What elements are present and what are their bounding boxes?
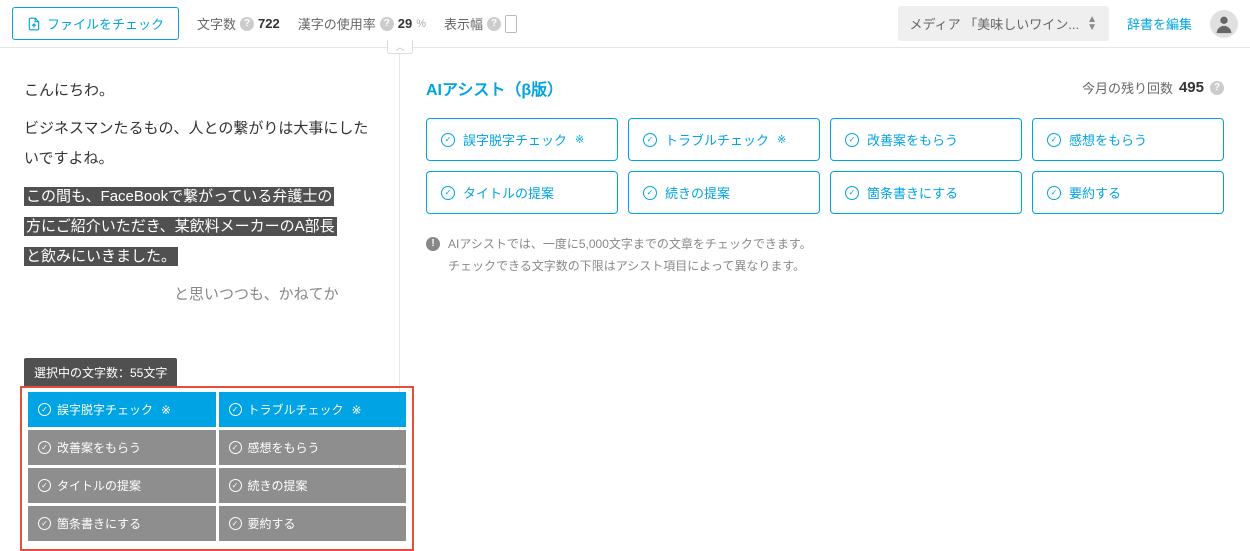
char-count-label: 文字数 [197, 14, 236, 33]
check-circle-icon: ✓ [1047, 186, 1061, 200]
context-menu-label: タイトルの提案 [57, 477, 141, 494]
selection-context-menu: ✓ 誤字脱字チェック ※ ✓ トラブルチェック ※ ✓ 改善案をもらう ✓ 感想をもらう ✓ タイトル… [20, 386, 414, 551]
help-icon[interactable]: ? [487, 17, 501, 31]
assist-button[interactable]: ✓ 要約する [1032, 171, 1224, 214]
check-circle-icon: ✓ [229, 479, 242, 492]
display-width-label: 表示幅 [444, 14, 483, 33]
asterisk: ※ [777, 133, 786, 146]
media-select-label: メディア 「美味しいワイン... [910, 14, 1080, 33]
kanji-rate-stat: 漢字の使用率 ? 29% [298, 14, 426, 33]
media-select[interactable]: メディア 「美味しいワイン... ▲▼ [898, 6, 1109, 41]
context-menu-item[interactable]: ✓ 続きの提案 [219, 468, 407, 503]
context-menu-item[interactable]: ✓ 箇条書きにする [28, 506, 216, 541]
check-circle-icon: ✓ [38, 403, 51, 416]
upload-icon [27, 17, 41, 31]
check-circle-icon: ✓ [38, 479, 51, 492]
context-menu-label: 誤字脱字チェック [57, 401, 153, 418]
check-circle-icon: ✓ [643, 186, 657, 200]
context-menu-item[interactable]: ✓ 誤字脱字チェック ※ [28, 392, 216, 427]
check-circle-icon: ✓ [38, 517, 51, 530]
context-menu-label: 感想をもらう [248, 439, 320, 456]
assist-button-label: 要約する [1069, 183, 1121, 202]
asterisk: ※ [352, 403, 362, 417]
assist-button-label: タイトルの提案 [463, 183, 554, 202]
kanji-rate-value: 29 [398, 16, 412, 31]
top-toolbar: ファイルをチェック 文字数 ? 722 漢字の使用率 ? 29% 表示幅 ? メ… [0, 0, 1250, 48]
assist-button-label: 箇条書きにする [867, 183, 958, 202]
document-text[interactable]: こんにちわ。 ビジネスマンたるもの、人との繋がりは大事にしたいですよね。 この間… [24, 76, 375, 310]
assist-button[interactable]: ✓ 箇条書きにする [830, 171, 1022, 214]
check-circle-icon: ✓ [229, 517, 242, 530]
context-menu-label: トラブルチェック [248, 401, 344, 418]
check-circle-icon: ✓ [643, 133, 657, 147]
assist-button[interactable]: ✓ トラブルチェック ※ [628, 118, 820, 161]
help-icon[interactable]: ? [240, 17, 254, 31]
paragraph: こんにちわ。 [24, 76, 375, 106]
check-circle-icon: ✓ [441, 133, 455, 147]
paragraph: と思いつつも、かねてか [24, 280, 375, 310]
asterisk: ※ [575, 133, 584, 146]
check-circle-icon: ✓ [38, 441, 51, 454]
ai-assist-note: ! AIアシストでは、一度に5,000文字までの文章をチェックできます。 チェッ… [426, 234, 1224, 277]
assist-button[interactable]: ✓ 続きの提案 [628, 171, 820, 214]
remaining-count: 今月の残り回数 495 ? [1082, 78, 1224, 97]
check-circle-icon: ✓ [845, 133, 859, 147]
remaining-label: 今月の残り回数 [1082, 78, 1173, 97]
assist-button[interactable]: ✓ 誤字脱字チェック ※ [426, 118, 618, 161]
editor-pane[interactable]: こんにちわ。 ビジネスマンたるもの、人との繋がりは大事にしたいですよね。 この間… [0, 48, 400, 501]
help-icon[interactable]: ? [380, 17, 394, 31]
collapse-tab[interactable]: ︿ [387, 40, 413, 54]
check-circle-icon: ✓ [1047, 133, 1061, 147]
paragraph: ビジネスマンたるもの、人との繋がりは大事にしたいですよね。 [24, 114, 375, 174]
context-menu-label: 箇条書きにする [57, 515, 141, 532]
asterisk: ※ [161, 403, 171, 417]
check-circle-icon: ✓ [441, 186, 455, 200]
assist-button[interactable]: ✓ 感想をもらう [1032, 118, 1224, 161]
assist-button[interactable]: ✓ タイトルの提案 [426, 171, 618, 214]
check-circle-icon: ✓ [845, 186, 859, 200]
help-icon[interactable]: ? [1210, 81, 1224, 95]
kanji-rate-unit: % [416, 18, 426, 30]
select-arrows-icon: ▲▼ [1087, 16, 1097, 32]
selected-text: この間も、FaceBookで繋がっている弁護士の [24, 187, 334, 206]
note-line: チェックできる文字数の下限はアシスト項目によって異なります。 [448, 256, 812, 278]
context-menu-item[interactable]: ✓ 改善案をもらう [28, 430, 216, 465]
display-width-stat: 表示幅 ? [444, 14, 517, 33]
context-menu-label: 続きの提案 [248, 477, 308, 494]
paragraph: この間も、FaceBookで繋がっている弁護士の 方にご紹介いただき、某飲料メー… [24, 182, 375, 272]
char-count-value: 722 [258, 16, 280, 31]
char-count-stat: 文字数 ? 722 [197, 14, 280, 33]
context-menu-item[interactable]: ✓ 感想をもらう [219, 430, 407, 465]
assist-button-label: 感想をもらう [1069, 130, 1147, 149]
context-menu-item[interactable]: ✓ 要約する [219, 506, 407, 541]
assist-button-label: 誤字脱字チェック [463, 130, 567, 149]
assist-button-label: 改善案をもらう [867, 130, 958, 149]
ai-assist-pane: ︿ AIアシスト（β版） 今月の残り回数 495 ? ✓誤字脱字チェック※✓トラ… [400, 48, 1250, 501]
info-icon: ! [426, 237, 440, 251]
context-menu-item[interactable]: ✓ トラブルチェック ※ [219, 392, 407, 427]
check-circle-icon: ✓ [229, 403, 242, 416]
selection-count-badge: 選択中の文字数：55文字 [24, 358, 177, 387]
device-icon[interactable] [505, 15, 517, 33]
assist-button[interactable]: ✓ 改善案をもらう [830, 118, 1022, 161]
assist-buttons-grid: ✓ 誤字脱字チェック ※ ✓ トラブルチェック ※ ✓ 改善案をもらう ✓ 感想をもらう ✓ タイトル… [426, 118, 1224, 214]
user-icon [1213, 13, 1235, 35]
edit-dictionary-link[interactable]: 辞書を編集 [1127, 14, 1192, 33]
check-circle-icon: ✓ [229, 441, 242, 454]
note-line: AIアシストでは、一度に5,000文字までの文章をチェックできます。 [448, 234, 812, 256]
assist-button-label: 続きの提案 [665, 183, 730, 202]
kanji-rate-label: 漢字の使用率 [298, 14, 376, 33]
file-check-label: ファイルをチェック [47, 14, 164, 33]
avatar[interactable] [1210, 10, 1238, 38]
remaining-value: 495 [1179, 79, 1204, 96]
context-menu-label: 改善案をもらう [57, 439, 141, 456]
selected-text: と飲みにいきました。 [24, 247, 178, 266]
assist-button-label: トラブルチェック [665, 130, 769, 149]
file-check-button[interactable]: ファイルをチェック [12, 7, 179, 40]
selected-text: 方にご紹介いただき、某飲料メーカーのA部長 [24, 217, 337, 236]
context-menu-item[interactable]: ✓ タイトルの提案 [28, 468, 216, 503]
context-menu-label: 要約する [248, 515, 296, 532]
